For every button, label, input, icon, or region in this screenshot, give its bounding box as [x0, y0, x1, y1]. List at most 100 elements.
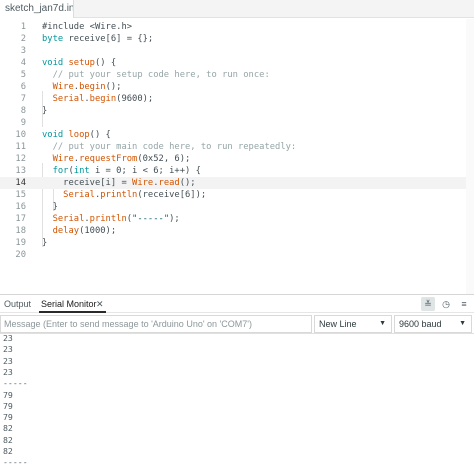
code-token: #include <Wire.h> — [42, 22, 133, 32]
tab-output[interactable]: Output — [4, 295, 31, 313]
serial-line: 82 — [3, 446, 13, 456]
code-token: Serial — [42, 190, 95, 200]
code-line[interactable]: 7 Serial.begin(9600); — [0, 93, 474, 105]
code-token: i = 0; i < 6; i++) { — [89, 166, 201, 176]
code-line[interactable]: 15 Serial.println(receive[6]); — [0, 189, 474, 201]
message-input[interactable] — [0, 315, 312, 333]
message-row: New Line ▼ 9600 baud ▼ — [0, 314, 474, 334]
code-token: for — [42, 166, 69, 176]
code-token: println — [100, 190, 138, 200]
code-token: "-----" — [132, 214, 170, 224]
line-number: 18 — [15, 226, 26, 236]
code-line[interactable]: 5 // put your setup code here, to run on… — [0, 69, 474, 81]
code-token: (0x52, 6); — [137, 154, 191, 164]
code-token: receive[6] = {}; — [68, 34, 154, 44]
serial-output[interactable]: 23 23 23 23 ----- 79 79 79 82 82 82 ----- — [0, 335, 474, 474]
code-token: ); — [169, 214, 180, 224]
serial-line: 23 — [3, 366, 13, 377]
clear-list-icon: ≡ — [461, 299, 467, 309]
line-number: 17 — [15, 214, 26, 224]
code-token: (); — [105, 82, 122, 92]
panel-tab-bar: Output Serial Monitor ✕ ≚ ◷ ≡ — [0, 295, 474, 313]
autoscroll-icon: ≚ — [424, 299, 432, 309]
code-line[interactable]: 8} — [0, 105, 474, 117]
line-ending-select[interactable]: New Line ▼ — [314, 315, 392, 333]
code-line[interactable]: 19} — [0, 237, 474, 249]
code-line[interactable]: 3 — [0, 45, 474, 57]
line-number: 19 — [15, 238, 26, 248]
code-token: receive[i] = — [42, 178, 133, 188]
code-editor[interactable]: 1 #include <Wire.h> 2 byte receive[6] = {};… — [0, 19, 474, 294]
code-line[interactable]: 2 byte receive[6] = {}; — [0, 33, 474, 45]
code-token: void — [42, 130, 69, 140]
caret-down-icon: ▼ — [379, 320, 386, 327]
code-token: } — [42, 238, 48, 248]
code-text: receive[i] = Wire.read(); — [42, 177, 195, 189]
line-number: 3 — [20, 46, 26, 56]
tab-sketch-file[interactable]: sketch_jan7d.ino — [0, 0, 74, 18]
code-line[interactable]: 20 — [0, 249, 474, 261]
code-text: Wire.requestFrom(0x52, 6); — [42, 153, 191, 165]
code-line[interactable]: 14 receive[i] = Wire.read(); — [0, 177, 474, 189]
code-token: int — [73, 166, 90, 176]
clock-icon: ◷ — [442, 299, 450, 309]
code-token: begin — [79, 82, 106, 92]
code-text: } — [42, 105, 47, 117]
serial-line: 79 — [3, 412, 13, 423]
code-token: println — [89, 214, 127, 224]
line-number: 2 — [20, 34, 26, 44]
code-token: read — [158, 178, 180, 188]
code-text: Serial.begin(9600); — [42, 93, 154, 105]
code-token: } — [42, 106, 48, 116]
code-line[interactable]: 18 delay(1000); — [0, 225, 474, 237]
line-number: 8 — [20, 106, 26, 116]
code-text: #include <Wire.h> — [42, 21, 132, 33]
line-ending-value: New Line — [319, 319, 357, 329]
line-number: 15 — [15, 190, 26, 200]
code-line[interactable]: 4 void setup() { — [0, 57, 474, 69]
line-number: 20 — [15, 250, 26, 260]
serial-line: 79 — [3, 400, 13, 411]
code-token: loop — [68, 130, 90, 140]
line-number: 10 — [15, 130, 26, 140]
clear-output-button[interactable]: ≡ — [457, 297, 471, 311]
editor-scrollbar[interactable] — [466, 19, 474, 294]
code-line[interactable]: 17 Serial.println("-----"); — [0, 213, 474, 225]
code-token: Wire — [132, 178, 154, 188]
code-text: Serial.println("-----"); — [42, 213, 180, 225]
code-text: void loop() { — [42, 129, 111, 141]
code-line[interactable]: 11 // put your main code here, to run re… — [0, 141, 474, 153]
code-token: delay — [42, 226, 80, 236]
line-number: 11 — [15, 142, 26, 152]
code-line[interactable]: 13 for(int i = 0; i < 6; i++) { — [0, 165, 474, 177]
baud-rate-value: 9600 baud — [399, 319, 442, 329]
code-line[interactable]: 10 void loop() { — [0, 129, 474, 141]
code-token: // put your main code here, to run repea… — [42, 142, 297, 152]
line-number: 16 — [15, 202, 26, 212]
code-token: (9600); — [116, 94, 154, 104]
code-token: Wire — [42, 154, 74, 164]
code-token: (1000); — [79, 226, 117, 236]
code-token: void — [42, 58, 69, 68]
timestamp-button[interactable]: ◷ — [439, 297, 453, 311]
code-text: } — [42, 237, 47, 249]
serial-line: ----- — [3, 378, 28, 389]
line-number: 6 — [20, 82, 26, 92]
code-line[interactable]: 9 — [0, 117, 474, 129]
code-text: Wire.begin(); — [42, 81, 122, 93]
code-line[interactable]: 1 #include <Wire.h> — [0, 21, 474, 33]
code-text: byte receive[6] = {}; — [42, 33, 153, 45]
code-token: () { — [89, 130, 111, 140]
line-number: 1 — [20, 22, 26, 32]
serial-line: 23 — [3, 344, 13, 355]
autoscroll-button[interactable]: ≚ — [421, 297, 435, 311]
baud-rate-select[interactable]: 9600 baud ▼ — [394, 315, 472, 333]
line-number: 4 — [20, 58, 26, 68]
caret-down-icon: ▼ — [459, 320, 466, 327]
code-line[interactable]: 12 Wire.requestFrom(0x52, 6); — [0, 153, 474, 165]
code-line[interactable]: 16 } — [0, 201, 474, 213]
code-token: begin — [89, 94, 117, 104]
code-text: Serial.println(receive[6]); — [42, 189, 206, 201]
code-line[interactable]: 6 Wire.begin(); — [0, 81, 474, 93]
editor-tab-bar: sketch_jan7d.ino — [0, 0, 474, 18]
